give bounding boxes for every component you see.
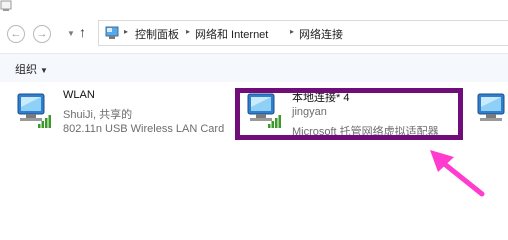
organize-button[interactable]: 组织 ▼ <box>15 61 48 77</box>
connection-status: ShuiJi, 共享的 <box>63 109 133 121</box>
command-toolbar: 组织 ▼ <box>0 53 508 83</box>
navigation-bar: ← → ▼ ↑ ▸ 控制面板 ▸ 网络和 Internet ▸ 网络连接 <box>0 15 508 53</box>
control-panel-icon <box>105 26 119 39</box>
address-bar[interactable]: ▸ 控制面板 ▸ 网络和 Internet ▸ 网络连接 <box>98 20 508 46</box>
signal-bars-icon <box>38 115 51 128</box>
forward-button[interactable]: → <box>33 25 51 43</box>
recent-locations-dropdown[interactable]: ▼ <box>67 29 75 38</box>
window-app-icon <box>0 0 12 11</box>
organize-dropdown-icon: ▼ <box>40 66 48 75</box>
back-button[interactable]: ← <box>7 25 25 43</box>
connection-adapter: 802.11n USB Wireless LAN Card <box>63 123 225 135</box>
network-adapter-icon <box>17 93 51 128</box>
connection-name: WLAN <box>63 89 95 101</box>
up-arrow-icon[interactable]: ↑ <box>79 24 86 40</box>
highlight-box <box>235 88 463 140</box>
breadcrumb-separator: ▸ <box>290 27 295 36</box>
breadcrumb-separator: ▸ <box>186 27 191 36</box>
title-bar <box>0 0 508 15</box>
forward-arrow-icon: → <box>36 28 48 40</box>
back-arrow-icon: ← <box>10 28 22 40</box>
organize-label: 组织 <box>15 64 37 76</box>
breadcrumb-network-connections[interactable]: 网络连接 <box>299 26 343 42</box>
breadcrumb-network-internet[interactable]: 网络和 Internet <box>195 26 268 42</box>
pointer-arrow-icon <box>430 150 485 197</box>
breadcrumb-control-panel[interactable]: 控制面板 <box>135 26 179 42</box>
breadcrumb-separator: ▸ <box>124 27 129 36</box>
network-adapter-icon <box>477 93 505 121</box>
